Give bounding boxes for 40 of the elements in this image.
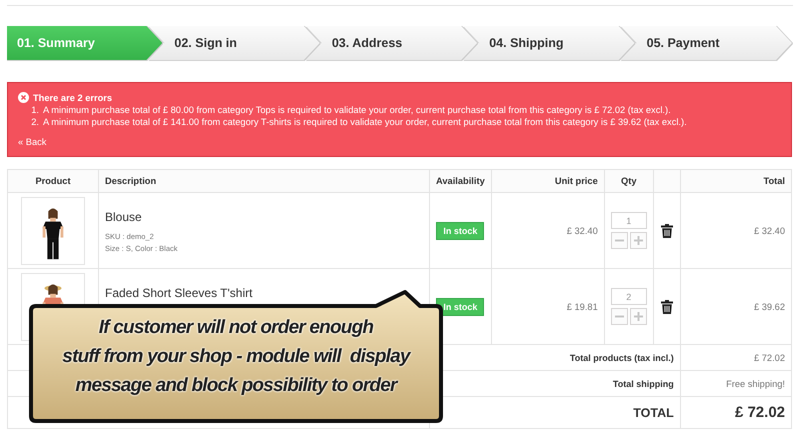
summary-label: Total shipping <box>612 378 674 388</box>
column-header: Unit price <box>491 170 604 192</box>
summary-value: Free shipping! <box>726 378 785 388</box>
product-name[interactable]: Faded Short Sleeves T'shirt <box>105 286 252 300</box>
summary-value: £ 72.02 <box>754 352 785 362</box>
summary-label: Total products (tax incl.) <box>570 352 674 362</box>
callout-text: stuff from your shop - module will display <box>62 345 410 369</box>
trash-icon[interactable] <box>660 224 673 238</box>
product-name[interactable]: Blouse <box>105 210 142 224</box>
error-message: A minimum purchase total of £ 80.00 from category Tops is required to validate your order, current purchase total from this category is £ 72.02 (tax excl.). <box>43 104 671 116</box>
unit-price: £ 32.40 <box>566 226 598 236</box>
plus-button[interactable] <box>630 308 647 325</box>
plus-icon <box>634 236 643 245</box>
minus-button[interactable] <box>610 308 628 325</box>
callout-text: message and block possibility to order <box>75 374 397 398</box>
step-tab[interactable]: 02. Sign in <box>148 26 320 60</box>
callout-text: If customer will not order enough <box>98 316 374 340</box>
plus-button[interactable] <box>630 232 647 249</box>
summary-label: TOTAL <box>633 406 674 420</box>
summary-value: £ 72.02 <box>734 404 785 421</box>
list-number: 1. <box>30 104 39 116</box>
line-total: £ 32.40 <box>754 226 785 236</box>
column-header: Availability <box>430 170 492 192</box>
trash-icon[interactable] <box>660 300 673 314</box>
step-tab[interactable]: 04. Shipping <box>463 26 635 60</box>
line-total: £ 39.62 <box>754 302 785 312</box>
list-number: 2. <box>30 116 39 128</box>
step-tab[interactable]: 05. Payment <box>620 26 792 60</box>
column-header: Description <box>98 170 430 192</box>
error-message: A minimum purchase total of £ 141.00 from category T-shirts is required to validate your order, current purchase total from this category is £ 39.62 (tax excl.). <box>43 116 687 128</box>
column-header: Total <box>680 170 792 192</box>
unit-price: £ 19.81 <box>566 302 598 312</box>
error-title: There are 2 errors <box>33 92 112 102</box>
close-circle-icon <box>18 92 29 103</box>
column-header: Product <box>8 170 98 192</box>
stock-badge: In stock <box>436 222 484 240</box>
plus-icon <box>634 312 643 321</box>
column-header: Qty <box>604 170 654 192</box>
step-tab[interactable]: 03. Address <box>306 26 478 60</box>
minus-button[interactable] <box>610 232 628 249</box>
